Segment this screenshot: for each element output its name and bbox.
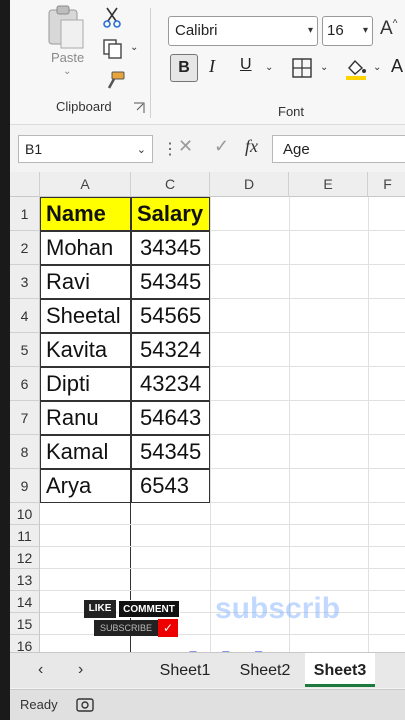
row-header[interactable]: 12 bbox=[10, 547, 40, 569]
tab-sheet3[interactable]: Sheet3 bbox=[305, 653, 375, 687]
cell-salary[interactable]: 6543 bbox=[131, 469, 210, 503]
tab-sheet1[interactable]: Sheet1 bbox=[145, 653, 225, 687]
chevron-left-icon[interactable]: ‹ bbox=[38, 661, 43, 679]
row-header[interactable]: 5 bbox=[10, 333, 40, 367]
gridline bbox=[40, 546, 405, 547]
excel-window: Paste ⌄ ⌄ Clipboard Calibri ▾ 16 ▾ A^ B … bbox=[10, 0, 405, 720]
cell-name[interactable]: Ranu bbox=[40, 401, 131, 435]
chevron-down-icon[interactable]: ⌄ bbox=[320, 62, 328, 73]
check-icon: ✓ bbox=[158, 619, 178, 637]
column-header-f[interactable]: F bbox=[368, 172, 405, 197]
chevron-down-icon[interactable]: ⌄ bbox=[373, 62, 381, 73]
chevron-down-icon[interactable]: ⌄ bbox=[265, 62, 273, 73]
insert-function-button[interactable]: fx bbox=[245, 136, 258, 157]
comment-button[interactable]: COMMENT bbox=[118, 600, 180, 618]
cell-name[interactable]: Dipti bbox=[40, 367, 131, 401]
font-size-value: 16 bbox=[327, 22, 344, 39]
cell-salary[interactable]: 54324 bbox=[131, 333, 210, 367]
cell-salary[interactable]: 54345 bbox=[131, 265, 210, 299]
fill-color-icon[interactable] bbox=[344, 58, 368, 80]
grow-font-button[interactable]: A^ bbox=[380, 18, 397, 40]
cell-salary[interactable]: 54643 bbox=[131, 401, 210, 435]
group-divider bbox=[150, 8, 151, 118]
underline-button[interactable]: U bbox=[240, 56, 252, 74]
font-color-icon[interactable]: A bbox=[391, 56, 403, 77]
italic-button[interactable]: I bbox=[209, 56, 215, 77]
column-header-e[interactable]: E bbox=[289, 172, 368, 197]
row-header[interactable]: 9 bbox=[10, 469, 40, 503]
column-header-a[interactable]: A bbox=[40, 172, 131, 197]
column-headers: A C D E F bbox=[10, 172, 405, 197]
copy-icon[interactable] bbox=[102, 38, 124, 60]
grow-font-label: A bbox=[380, 18, 393, 39]
row-header[interactable]: 10 bbox=[10, 503, 40, 525]
like-button[interactable]: LIKE bbox=[84, 600, 116, 618]
row-header[interactable]: 14 bbox=[10, 591, 40, 613]
cell-name[interactable]: Arya bbox=[40, 469, 131, 503]
row-header[interactable]: 4 bbox=[10, 299, 40, 333]
name-box-value: B1 bbox=[25, 141, 43, 157]
cut-icon[interactable] bbox=[103, 6, 121, 28]
row-header[interactable]: 15 bbox=[10, 613, 40, 635]
tab-sheet2[interactable]: Sheet2 bbox=[225, 653, 305, 687]
subscribe-watermark: subscrib bbox=[215, 592, 341, 625]
row-header[interactable]: 6 bbox=[10, 367, 40, 401]
sheet-tab-bar: ‹ › Sheet1 Sheet2 Sheet3 bbox=[10, 652, 405, 688]
cell-name[interactable]: Mohan bbox=[40, 231, 131, 265]
dialog-launcher-icon[interactable] bbox=[133, 102, 145, 114]
chevron-down-icon[interactable]: ⌄ bbox=[130, 42, 138, 53]
chevron-down-icon: ▾ bbox=[362, 25, 368, 36]
cell-name[interactable]: Sheetal bbox=[40, 299, 131, 333]
font-name-value: Calibri bbox=[175, 22, 218, 39]
caret-up-icon: ^ bbox=[392, 18, 398, 30]
status-text: Ready bbox=[20, 697, 58, 712]
status-bar: Ready bbox=[10, 689, 405, 720]
cell-salary[interactable]: 54565 bbox=[131, 299, 210, 333]
gridline bbox=[40, 590, 405, 591]
row-header[interactable]: 3 bbox=[10, 265, 40, 299]
row-header[interactable]: 2 bbox=[10, 231, 40, 265]
format-painter-icon[interactable] bbox=[104, 70, 126, 90]
ribbon: Paste ⌄ ⌄ Clipboard Calibri ▾ 16 ▾ A^ B … bbox=[10, 0, 405, 125]
row-header[interactable]: 8 bbox=[10, 435, 40, 469]
column-header-c[interactable]: C bbox=[131, 172, 210, 197]
chevron-down-icon: ⌄ bbox=[136, 144, 146, 156]
font-size-select[interactable]: 16 ▾ bbox=[322, 16, 373, 46]
bold-button[interactable]: B bbox=[170, 54, 198, 82]
row-header[interactable]: 13 bbox=[10, 569, 40, 591]
formula-bar: B1 ⌄ ⋮ ✕ ✓ fx Age bbox=[10, 130, 405, 170]
font-group-label: Font bbox=[278, 104, 305, 119]
row-header[interactable]: 7 bbox=[10, 401, 40, 435]
row-header[interactable]: 1 bbox=[10, 197, 40, 231]
cell-name-header[interactable]: Name bbox=[40, 197, 131, 231]
paste-icon[interactable] bbox=[43, 4, 87, 50]
font-name-select[interactable]: Calibri ▾ bbox=[168, 16, 318, 46]
cell-name[interactable]: Kamal bbox=[40, 435, 131, 469]
cell-salary-header[interactable]: Salary bbox=[131, 197, 210, 231]
gridline bbox=[40, 568, 405, 569]
row-header[interactable]: 11 bbox=[10, 525, 40, 547]
chevron-down-icon: ▾ bbox=[307, 25, 313, 36]
check-icon[interactable]: ✓ bbox=[214, 136, 229, 157]
cell-salary[interactable]: 54345 bbox=[131, 435, 210, 469]
worksheet-grid[interactable]: A C D E F 1 2 3 4 5 6 7 8 9 10 11 12 13 14 15 16 Name Sa… bbox=[10, 172, 405, 660]
column-header-d[interactable]: D bbox=[210, 172, 289, 197]
name-box[interactable]: B1 ⌄ bbox=[18, 135, 153, 163]
paste-label: Paste bbox=[51, 50, 85, 65]
cell-salary[interactable]: 34345 bbox=[131, 231, 210, 265]
cell-name[interactable]: Ravi bbox=[40, 265, 131, 299]
cancel-icon[interactable]: ✕ bbox=[178, 136, 193, 157]
select-all-corner[interactable] bbox=[10, 172, 40, 197]
more-options-icon[interactable]: ⋮ bbox=[162, 139, 178, 159]
chevron-down-icon[interactable]: ⌄ bbox=[63, 66, 71, 77]
accessibility-icon[interactable] bbox=[76, 696, 94, 714]
chevron-right-icon[interactable]: › bbox=[78, 661, 83, 679]
clipboard-group-label: Clipboard bbox=[56, 99, 112, 114]
subscribe-button[interactable]: SUBSCRIBE bbox=[94, 620, 158, 636]
formula-input[interactable]: Age bbox=[272, 135, 405, 163]
cell-salary[interactable]: 43234 bbox=[131, 367, 210, 401]
borders-icon[interactable] bbox=[292, 58, 312, 78]
cell-name[interactable]: Kavita bbox=[40, 333, 131, 367]
gridline bbox=[40, 524, 405, 525]
